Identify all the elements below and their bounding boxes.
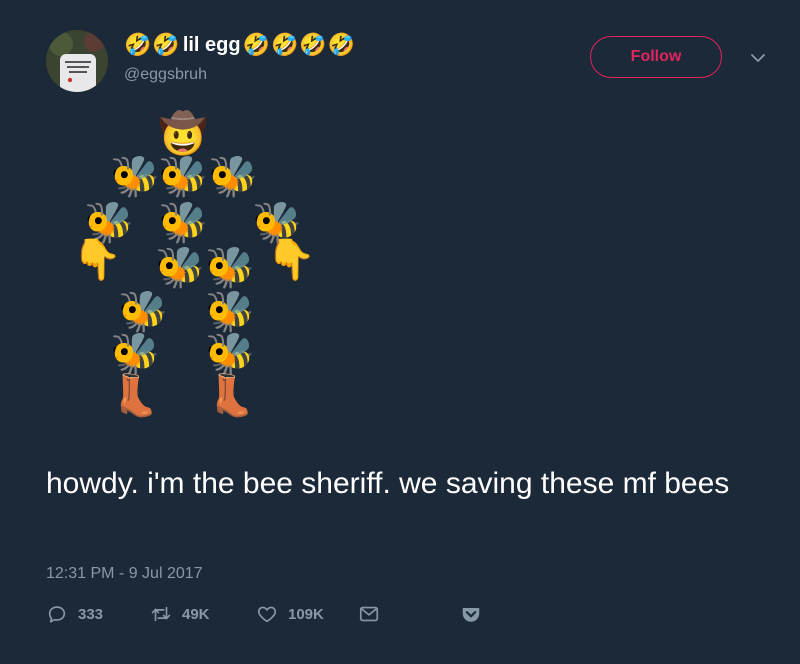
tweet-actions: 333 49K 109K (46, 603, 746, 629)
bee-emoji-icon: 🐝 (118, 290, 168, 334)
bee-emoji-icon: 🐝 (155, 246, 205, 290)
like-icon (257, 606, 277, 623)
bee-emoji-icon: 🐝 (205, 290, 255, 334)
bee-emoji-icon: 🐝 (158, 201, 208, 245)
bee-sheriff-emoji-art: 🤠 🐝 🐝 🐝 🐝 🐝 🐝 👇 🐝 🐝 👇 🐝 🐝 🐝 🐝 👢 👢 (0, 0, 800, 440)
retweet-button[interactable]: 49K (150, 603, 210, 625)
pocket-icon (462, 608, 480, 622)
like-button[interactable]: 109K (256, 603, 324, 625)
pointing-down-hand-icon: 👇 (266, 238, 316, 282)
direct-message-icon (359, 606, 379, 622)
direct-message-button[interactable] (358, 603, 380, 625)
pointing-down-hand-icon: 👇 (72, 238, 122, 282)
tweet-timestamp[interactable]: 12:31 PM - 9 Jul 2017 (46, 565, 203, 583)
retweet-count: 49K (182, 605, 210, 623)
save-to-pocket-button[interactable] (460, 603, 482, 625)
reply-button[interactable]: 333 (46, 603, 103, 625)
bee-emoji-icon: 🐝 (205, 332, 255, 376)
tweet-text: howdy. i'm the bee sheriff. we saving th… (46, 467, 730, 500)
boot-emoji-icon: 👢 (110, 374, 160, 418)
bee-emoji-icon: 🐝 (205, 246, 255, 290)
retweet-icon (151, 606, 171, 622)
boot-emoji-icon: 👢 (206, 374, 256, 418)
reply-count: 333 (78, 605, 104, 623)
bee-emoji-icon: 🐝 (158, 155, 208, 199)
bee-emoji-icon: 🐝 (84, 201, 134, 245)
bee-emoji-icon: 🐝 (110, 155, 160, 199)
reply-icon (48, 606, 66, 623)
bee-emoji-icon: 🐝 (252, 201, 302, 245)
bee-emoji-icon: 🐝 (110, 332, 160, 376)
cowboy-hat-face-emoji-icon: 🤠 (158, 112, 208, 156)
like-count: 109K (288, 605, 324, 623)
bee-emoji-icon: 🐝 (208, 155, 258, 199)
